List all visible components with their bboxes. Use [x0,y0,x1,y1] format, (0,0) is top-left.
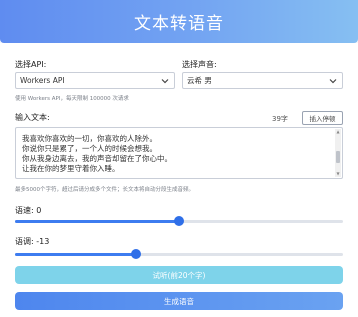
char-count: 39字 [272,115,288,123]
pitch-slider[interactable] [15,248,343,260]
text-label: 输入文本: [15,113,50,122]
slider-fill [15,253,137,256]
voice-label: 选择声音: [182,60,217,69]
voice-select-value: 云希 男 [187,76,212,85]
text-line: 让我在你的梦里守着你入睡。 [22,164,120,173]
scrollbar-thumb[interactable] [336,151,340,163]
text-input[interactable]: 我喜欢你喜欢的一切，你喜欢的人除外。 你说你只是累了，一个人的时候会想我。 你从… [15,127,343,179]
form-card: 选择API: Workers API 使用 Workers API，每天限制 1… [0,43,358,317]
generate-button[interactable]: 生成语音 [15,292,343,310]
chevron-down-icon [329,79,337,84]
text-scrollbar[interactable]: ▲ ▼ [335,129,341,177]
slider-thumb[interactable] [131,249,142,259]
scroll-up-icon[interactable]: ▲ [335,129,341,135]
header: 文本转语音 [0,0,358,43]
pitch-label: 语调: -13 [15,237,50,246]
slider-fill [15,220,179,223]
api-select-value: Workers API [20,76,65,85]
voice-select[interactable]: 云希 男 [182,72,343,89]
chevron-down-icon [161,79,169,84]
text-line: 你从我身边离去，我的声音却留在了你心中。 [22,154,172,163]
api-hint: 使用 Workers API，每天限制 100000 次请求 [15,96,129,102]
preview-button[interactable]: 试听(前20个字) [15,266,343,284]
app: 文本转语音 选择API: Workers API 使用 Workers API，… [0,0,358,317]
api-select[interactable]: Workers API [15,72,175,89]
text-hint: 最多5000个字符，超过后请分成多个文件；长文本将自动分段生成音频。 [15,187,194,193]
insert-pause-button[interactable]: 插入停顿 [302,111,343,125]
scroll-down-icon[interactable]: ▼ [335,171,341,177]
speed-slider[interactable] [15,215,343,227]
text-line: 你说你只是累了，一个人的时候会想我。 [22,144,157,153]
text-line: 我喜欢你喜欢的一切，你喜欢的人除外。 [22,134,157,143]
page-title: 文本转语音 [134,14,224,34]
api-label: 选择API: [15,60,47,69]
slider-thumb[interactable] [174,216,184,226]
